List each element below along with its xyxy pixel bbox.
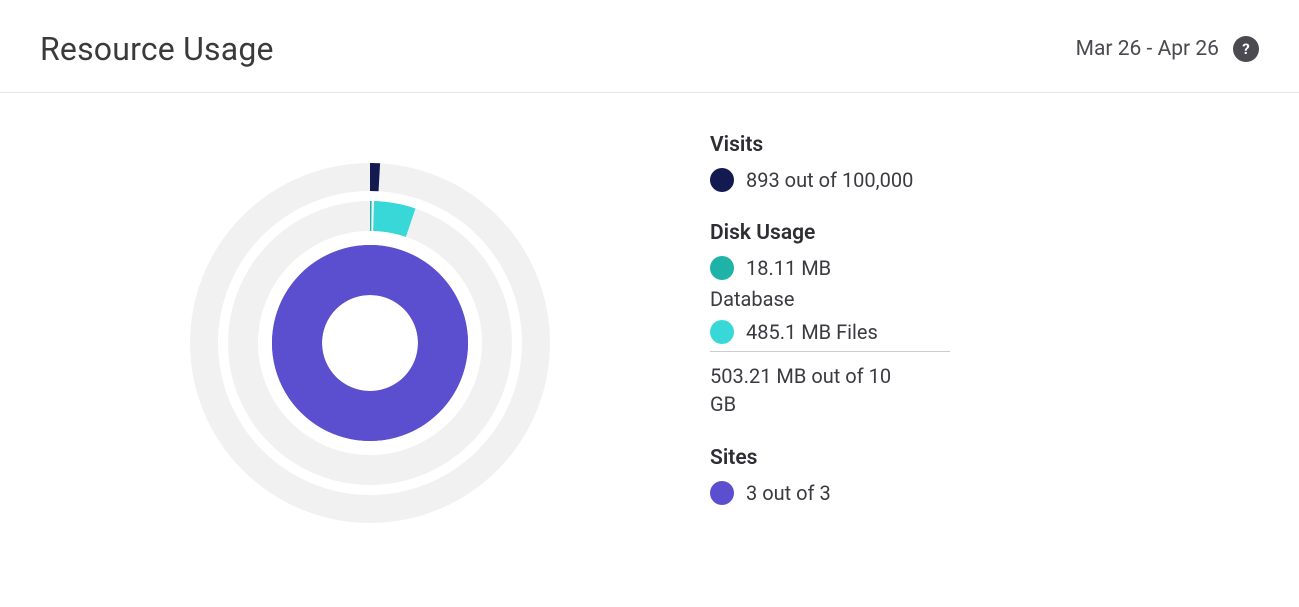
disk-files-value: 485.1 MB Files	[746, 319, 878, 345]
legend-row-sites: 3 out of 3	[710, 480, 1259, 506]
metric-title-disk: Disk Usage	[710, 221, 1259, 245]
help-icon[interactable]: ?	[1233, 36, 1259, 62]
metric-visits: Visits 893 out of 100,000	[710, 133, 1259, 193]
disk-db-value: 18.11 MB	[746, 255, 831, 281]
metric-sites: Sites 3 out of 3	[710, 446, 1259, 506]
legend-row-disk-db: 18.11 MB	[710, 255, 1259, 281]
disk-total-line1: 503.21 MB out of 10	[710, 364, 891, 388]
swatch-sites-icon	[710, 481, 734, 505]
disk-total: 503.21 MB out of 10 GB	[710, 351, 950, 418]
header: Resource Usage Mar 26 - Apr 26 ?	[0, 0, 1299, 93]
metric-title-visits: Visits	[710, 133, 1259, 157]
usage-donut-chart	[170, 143, 570, 543]
swatch-visits-icon	[710, 168, 734, 192]
disk-total-line2: GB	[710, 392, 736, 416]
legend: Visits 893 out of 100,000 Disk Usage 18.…	[700, 133, 1259, 543]
sites-value: 3 out of 3	[746, 480, 831, 506]
header-right: Mar 26 - Apr 26 ?	[1076, 36, 1259, 62]
metric-title-sites: Sites	[710, 446, 1259, 470]
date-range[interactable]: Mar 26 - Apr 26	[1076, 37, 1219, 61]
swatch-disk-db-icon	[710, 256, 734, 280]
legend-row-disk-files: 485.1 MB Files	[710, 319, 1259, 345]
visits-value: 893 out of 100,000	[746, 167, 913, 193]
legend-row-visits: 893 out of 100,000	[710, 167, 1259, 193]
swatch-disk-files-icon	[710, 320, 734, 344]
page-title: Resource Usage	[40, 30, 274, 68]
content: Visits 893 out of 100,000 Disk Usage 18.…	[0, 93, 1299, 543]
chart-container	[40, 133, 700, 543]
disk-db-sub: Database	[710, 287, 1259, 311]
metric-disk: Disk Usage 18.11 MB Database 485.1 MB Fi…	[710, 221, 1259, 418]
